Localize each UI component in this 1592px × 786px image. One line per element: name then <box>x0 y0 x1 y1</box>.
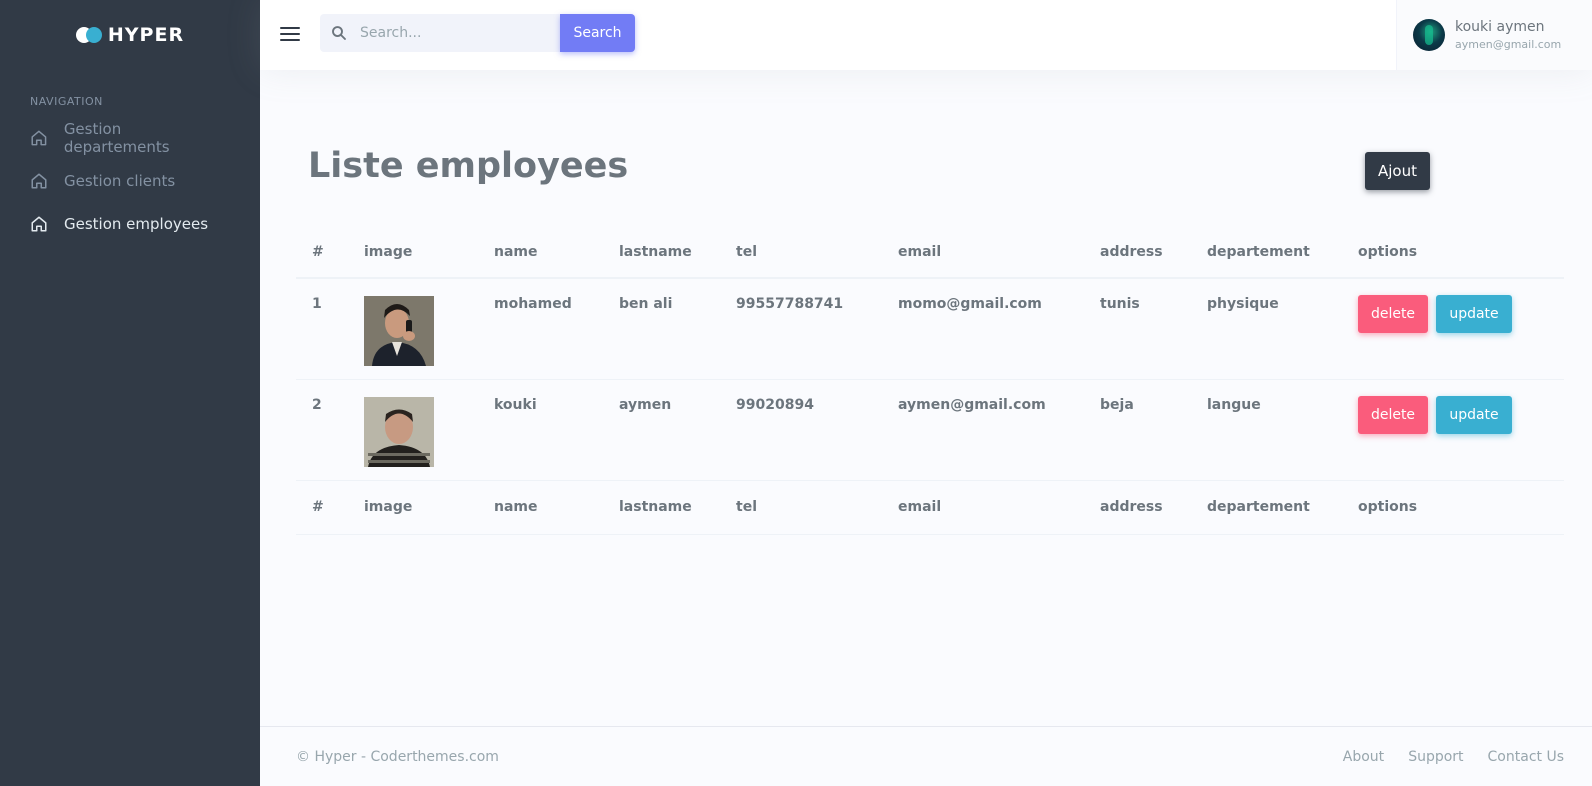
search-box <box>320 14 560 52</box>
column-footer: image <box>348 479 478 535</box>
brand-logo[interactable]: HYPER <box>0 0 260 70</box>
delete-button[interactable]: delete <box>1358 295 1428 333</box>
column-header: lastname <box>603 226 720 279</box>
employee-photo <box>364 396 434 467</box>
column-footer: name <box>478 479 603 535</box>
menu-toggle-icon[interactable] <box>280 23 300 45</box>
column-footer: # <box>296 479 348 535</box>
update-button[interactable]: update <box>1436 395 1512 434</box>
home-icon <box>31 130 47 145</box>
search-form: Search <box>320 14 635 52</box>
column-footer: tel <box>720 479 882 535</box>
cell-departement: langue <box>1191 379 1342 481</box>
employee-photo <box>364 296 434 366</box>
column-header: address <box>1084 226 1191 279</box>
column-header: tel <box>720 226 882 279</box>
search-input[interactable] <box>360 25 540 41</box>
cell-departement: physique <box>1191 278 1342 380</box>
home-icon <box>31 173 47 188</box>
cell-lastname: aymen <box>603 379 720 481</box>
cell-name: kouki <box>478 379 603 481</box>
avatar <box>1413 19 1445 51</box>
employees-table: # image name lastname tel email address … <box>296 226 1564 535</box>
brand-name: HYPER <box>107 24 185 46</box>
search-button[interactable]: Search <box>560 14 635 52</box>
column-footer: email <box>882 479 1084 535</box>
cell-options: delete update <box>1342 379 1564 481</box>
delete-button[interactable]: delete <box>1358 395 1428 434</box>
footer-link-support[interactable]: Support <box>1408 749 1463 765</box>
column-footer: address <box>1084 479 1191 535</box>
logo-mark-icon <box>75 27 104 43</box>
footer-link-contact[interactable]: Contact Us <box>1488 749 1564 765</box>
cell-id: 1 <box>296 278 348 380</box>
cell-email: momo@gmail.com <box>882 278 1084 380</box>
cell-address: beja <box>1084 379 1191 481</box>
column-header: name <box>478 226 603 279</box>
column-header: departement <box>1191 226 1342 279</box>
sidebar-item-label: Gestion employees <box>64 214 209 233</box>
page-title: Liste employees <box>308 146 629 186</box>
footer-links: About Support Contact Us <box>1343 749 1564 765</box>
user-name: kouki aymen <box>1455 19 1545 35</box>
column-footer: options <box>1342 479 1564 535</box>
sidebar-item-clients[interactable]: Gestion clients <box>0 159 260 202</box>
user-email: aymen@gmail.com <box>1455 38 1562 51</box>
cell-lastname: ben ali <box>603 278 720 380</box>
home-icon <box>31 216 47 231</box>
sidebar-item-label: Gestion clients <box>64 171 176 190</box>
cell-tel: 99020894 <box>720 379 882 481</box>
user-menu[interactable]: kouki aymen aymen@gmail.com <box>1396 0 1592 70</box>
add-employee-button[interactable]: Ajout <box>1365 152 1430 190</box>
footer-link-about[interactable]: About <box>1343 749 1384 765</box>
search-icon <box>332 26 346 40</box>
cell-address: tunis <box>1084 278 1191 380</box>
table-header-row: # image name lastname tel email address … <box>296 226 1564 279</box>
update-button[interactable]: update <box>1436 295 1512 333</box>
column-header: email <box>882 226 1084 279</box>
column-header: image <box>348 226 478 279</box>
cell-id: 2 <box>296 379 348 481</box>
sidebar-item-departements[interactable]: Gestion departements <box>0 116 260 159</box>
table-row: 1 mohamed ben ali 99557788741 momo@gmail… <box>296 278 1564 380</box>
page-footer: © Hyper - Coderthemes.com About Support … <box>260 726 1592 786</box>
cell-name: mohamed <box>478 278 603 380</box>
sidebar: HYPER NAVIGATION Gestion departements Ge… <box>0 0 260 786</box>
column-header: options <box>1342 226 1564 279</box>
cell-options: delete update <box>1342 278 1564 380</box>
nav-section-title: NAVIGATION <box>30 94 103 108</box>
cell-tel: 99557788741 <box>720 278 882 380</box>
table-row: 2 kouki aymen 99020894 aymen@gmail.com b… <box>296 379 1564 481</box>
column-footer: departement <box>1191 479 1342 535</box>
sidebar-item-label: Gestion departements <box>63 119 170 156</box>
cell-email: aymen@gmail.com <box>882 379 1084 481</box>
sidebar-item-employees[interactable]: Gestion employees <box>0 202 260 245</box>
column-header: # <box>296 226 348 279</box>
table-footer-row: # image name lastname tel email address … <box>296 479 1564 535</box>
user-info: kouki aymen aymen@gmail.com <box>1455 19 1561 51</box>
column-footer: lastname <box>603 479 720 535</box>
topbar: Search kouki aymen aymen@gmail.com <box>260 0 1592 70</box>
footer-copyright: © Hyper - Coderthemes.com <box>296 748 499 765</box>
